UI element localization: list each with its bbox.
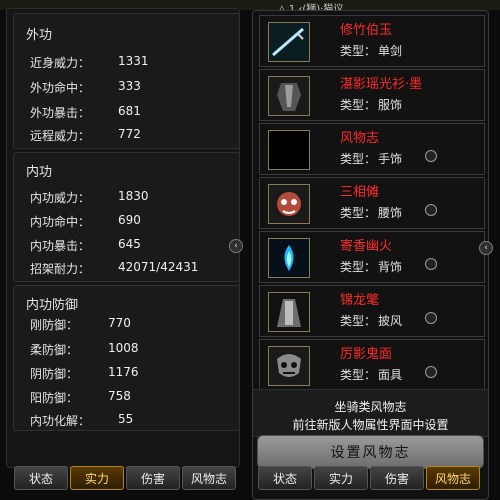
- item-name: 厉影鬼面: [340, 347, 393, 362]
- stat-value: 333: [118, 79, 141, 93]
- armor-icon[interactable]: [268, 76, 310, 116]
- item-type-label: 类型：: [340, 314, 377, 328]
- stat-label: 阴防御：: [30, 367, 79, 381]
- tab-strength[interactable]: 实力: [70, 466, 124, 490]
- item-type-label: 类型：: [340, 260, 377, 274]
- tab-strength[interactable]: 实力: [314, 466, 368, 490]
- item-type-label: 类型：: [340, 44, 377, 58]
- stat-label: 内功命中：: [30, 215, 91, 229]
- stat-value: 772: [118, 127, 141, 141]
- item-type-value: 单剑: [378, 44, 403, 58]
- item-name: 风物志: [340, 131, 380, 146]
- stat-label: 近身威力：: [30, 56, 91, 70]
- collapse-arrow-icon[interactable]: ‹: [479, 241, 493, 255]
- stat-value: 770: [108, 316, 131, 330]
- equip-item-row[interactable]: 锦龙氅 类型： 披风: [259, 285, 485, 337]
- tab-status[interactable]: 状态: [14, 466, 68, 490]
- item-name: 湛影瑶光衫·墨: [340, 77, 423, 92]
- inner-defense-section: 内功防御 刚防御： 770 柔防御： 1008 阴防御： 1176 阳防御： 7…: [13, 285, 240, 431]
- item-name: 修竹伯玉: [340, 23, 393, 38]
- stat-label: 招架耐力：: [30, 262, 91, 276]
- item-type-value: 腰饰: [378, 206, 403, 220]
- item-type-label: 类型：: [340, 152, 377, 166]
- stat-label: 远程威力：: [30, 129, 91, 143]
- attributes-panel: 外功 近身威力： 1331 外功命中： 333 外功暴击： 681 远程威力： …: [6, 8, 243, 468]
- set-fengwuzhi-button[interactable]: 设置风物志: [257, 435, 484, 469]
- tab-damage[interactable]: 伤害: [126, 466, 180, 490]
- collapse-arrow-icon[interactable]: ‹: [229, 239, 243, 253]
- stat-value: 645: [118, 237, 141, 251]
- stat-label: 内功化解：: [30, 414, 91, 428]
- stat-label: 内功威力：: [30, 191, 91, 205]
- stat-label: 刚防御：: [30, 318, 79, 332]
- stat-value: 55: [118, 412, 134, 426]
- stat-label: 阳防御：: [30, 391, 79, 405]
- flame-icon[interactable]: [268, 238, 310, 278]
- stat-value: 681: [118, 104, 141, 118]
- inner-attack-section: 内功 内功威力： 1830 内功命中： 690 内功暴击： 645 招架耐力： …: [13, 152, 240, 282]
- stat-label: 柔防御：: [30, 343, 79, 357]
- stat-label: 外功命中：: [30, 81, 91, 95]
- stat-value: 1176: [108, 365, 139, 379]
- item-type-value: 面具: [378, 368, 403, 382]
- mask-icon[interactable]: [268, 184, 310, 224]
- item-type-label: 类型：: [340, 98, 377, 112]
- outer-attack-section: 外功 近身威力： 1331 外功命中： 333 外功暴击： 681 远程威力： …: [13, 13, 240, 149]
- stat-value: 690: [118, 213, 141, 227]
- item-name: 锦龙氅: [340, 293, 380, 308]
- fengwuzhi-panel: 修竹伯玉 类型： 单剑 湛影瑶光衫·墨 类型： 服饰 风物志 类型： 手饰 三相…: [252, 10, 493, 500]
- demon-mask-icon[interactable]: [268, 346, 310, 386]
- radio-button[interactable]: [425, 258, 437, 270]
- item-type-value: 服饰: [378, 98, 403, 112]
- equip-item-row[interactable]: 厉影鬼面 类型： 面具: [259, 339, 485, 391]
- equip-item-row[interactable]: 寄香幽火 类型： 背饰: [259, 231, 485, 283]
- stat-value: 1008: [108, 341, 139, 355]
- stat-value: 1331: [118, 54, 149, 68]
- equip-item-row[interactable]: 湛影瑶光衫·墨 类型： 服饰: [259, 69, 485, 121]
- section-title-inner: 内功: [26, 165, 53, 180]
- stat-label: 内功暴击：: [30, 239, 91, 253]
- tab-fengwuzhi[interactable]: 风物志: [426, 466, 480, 490]
- item-type-value: 披风: [378, 314, 403, 328]
- equip-item-row[interactable]: 风物志 类型： 手饰: [259, 123, 485, 175]
- radio-button[interactable]: [425, 204, 437, 216]
- stat-label: 外功暴击：: [30, 106, 91, 120]
- mount-info-box: 坐骑类风物志 前往新版人物属性界面中设置: [253, 389, 488, 437]
- item-type-label: 类型：: [340, 206, 377, 220]
- tab-fengwuzhi[interactable]: 风物志: [182, 466, 236, 490]
- item-type-value: 手饰: [378, 152, 403, 166]
- item-name: 寄香幽火: [340, 239, 393, 254]
- section-title-defense: 内功防御: [26, 298, 79, 313]
- stat-value: 1830: [118, 189, 149, 203]
- stat-value: 42071/42431: [118, 260, 199, 274]
- item-type-value: 背饰: [378, 260, 403, 274]
- info-line: 坐骑类风物志: [334, 400, 407, 414]
- stat-value: 758: [108, 389, 131, 403]
- right-tabbar: 状态 实力 伤害 风物志: [258, 466, 480, 490]
- info-line: 前往新版人物属性界面中设置: [292, 418, 449, 432]
- sword-icon[interactable]: [268, 22, 310, 62]
- radio-button[interactable]: [425, 312, 437, 324]
- equip-item-row[interactable]: 修竹伯玉 类型： 单剑: [259, 15, 485, 67]
- item-type-label: 类型：: [340, 368, 377, 382]
- empty-icon[interactable]: [268, 130, 310, 170]
- cape-icon[interactable]: [268, 292, 310, 332]
- left-tabbar: 状态 实力 伤害 风物志: [14, 466, 236, 490]
- tab-damage[interactable]: 伤害: [370, 466, 424, 490]
- equip-item-row[interactable]: 三相傩 类型： 腰饰: [259, 177, 485, 229]
- radio-button[interactable]: [425, 366, 437, 378]
- item-name: 三相傩: [340, 185, 380, 200]
- radio-button[interactable]: [425, 150, 437, 162]
- tab-status[interactable]: 状态: [258, 466, 312, 490]
- section-title-outer: 外功: [26, 28, 53, 43]
